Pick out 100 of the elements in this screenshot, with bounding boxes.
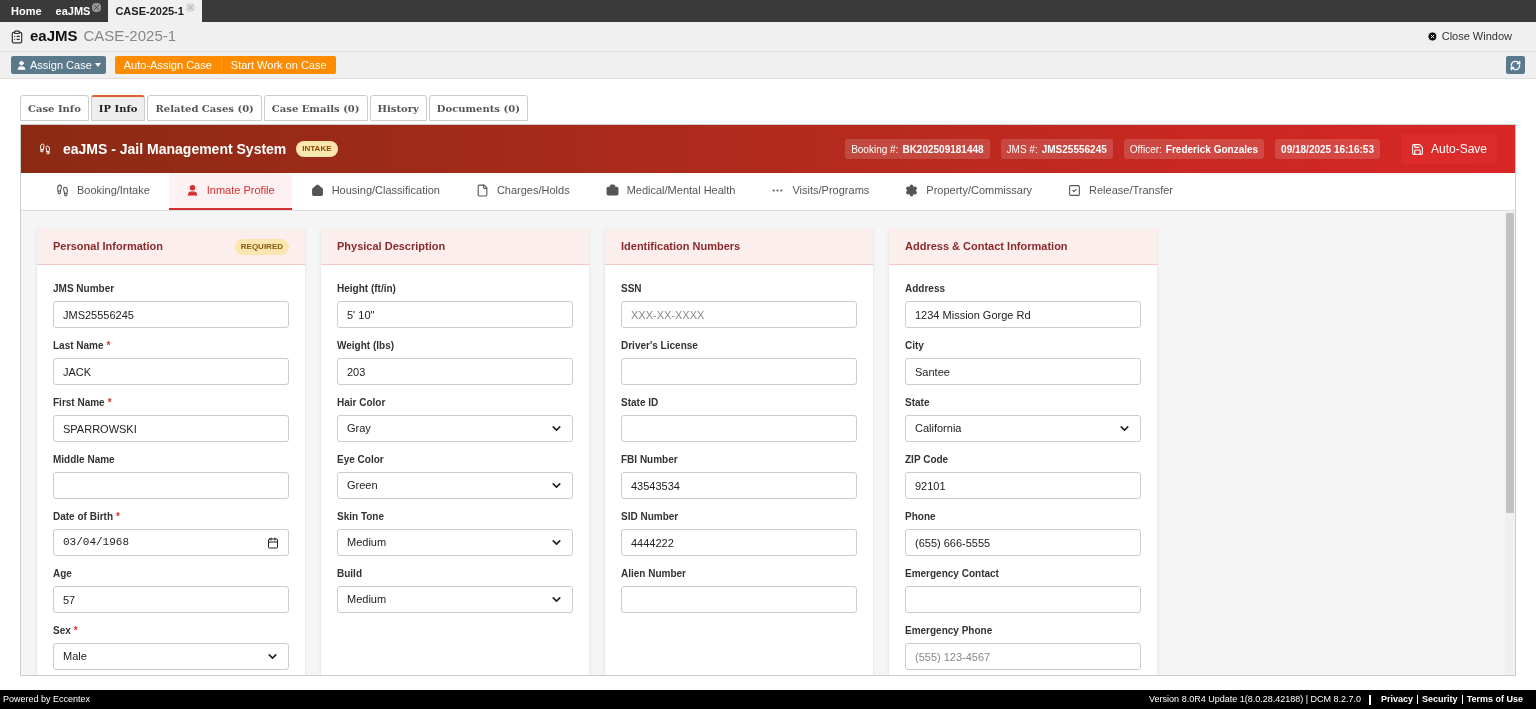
input-field[interactable]: XXX-XX-XXXX xyxy=(621,301,857,328)
field-label: Emergency Contact xyxy=(905,568,999,579)
footer-link[interactable]: Privacy xyxy=(1381,692,1414,707)
select-field[interactable]: Male xyxy=(53,643,289,670)
field-label: City xyxy=(905,340,924,351)
info-chip: 09/18/2025 16:16:53 xyxy=(1275,139,1380,159)
required-asterisk: * xyxy=(107,397,112,408)
input-field[interactable]: 43543534 xyxy=(621,472,857,499)
field-label: Sex xyxy=(53,625,71,636)
case-tab[interactable]: Related Cases (0) xyxy=(147,95,262,121)
user-icon xyxy=(185,184,199,197)
input-field[interactable]: JACK xyxy=(53,358,289,385)
module-tab[interactable]: Booking/Intake xyxy=(39,173,167,210)
case-tab[interactable]: Case Emails (0) xyxy=(263,95,368,121)
card-title: Identification Numbers xyxy=(621,239,741,255)
field-label: Build xyxy=(337,568,362,579)
scrollbar[interactable] xyxy=(1505,211,1515,675)
field-label: State xyxy=(905,397,930,408)
close-window-button[interactable]: Close Window xyxy=(1426,28,1512,45)
calendar-icon xyxy=(267,536,279,549)
refresh-button[interactable] xyxy=(1506,56,1525,74)
input-field[interactable]: JMS25556245 xyxy=(53,301,289,328)
info-chip: Booking #: BK202509181448 xyxy=(845,139,990,159)
module-tab[interactable]: Visits/Programs xyxy=(754,173,887,210)
field-label: Hair Color xyxy=(337,397,386,408)
auto-save-button[interactable]: Auto-Save xyxy=(1400,134,1497,164)
field-label: Skin Tone xyxy=(337,511,385,522)
footer-link[interactable]: Security xyxy=(1422,692,1458,707)
module-tab[interactable]: Inmate Profile xyxy=(168,173,292,210)
field-label: Alien Number xyxy=(621,568,686,579)
caret-icon xyxy=(94,63,101,67)
app-tab[interactable]: Home xyxy=(4,0,49,22)
select-field[interactable]: Medium xyxy=(337,586,573,613)
system-title: eaJMS - Jail Management System xyxy=(63,139,287,159)
clipboard-icon xyxy=(10,29,24,44)
input-field[interactable] xyxy=(621,586,857,613)
card-title: Address & Contact Information xyxy=(905,239,1068,255)
input-field[interactable]: 4444222 xyxy=(621,529,857,556)
field-label: State ID xyxy=(621,397,659,408)
case-tab[interactable]: Documents (0) xyxy=(428,95,528,121)
user-icon xyxy=(16,59,27,71)
app-title: eaJMS xyxy=(30,26,78,47)
close-icon[interactable] xyxy=(92,3,102,12)
field-label: Last Name xyxy=(53,340,104,351)
app-tab[interactable]: eaJMS xyxy=(48,0,109,22)
app-tab[interactable]: CASE-2025-1 xyxy=(108,0,202,22)
input-field[interactable]: 5' 10" xyxy=(337,301,573,328)
required-asterisk: * xyxy=(116,511,120,522)
module-tab[interactable]: Housing/Classification xyxy=(293,173,457,210)
module-tab[interactable]: Medical/Mental Health xyxy=(588,173,753,210)
case-tab[interactable]: IP Info xyxy=(90,95,146,121)
input-field[interactable]: 57 xyxy=(53,586,289,613)
input-field[interactable]: (555) 123-4567 xyxy=(905,643,1141,670)
input-field[interactable] xyxy=(621,415,857,442)
input-field[interactable]: 92101 xyxy=(905,472,1141,499)
case-tab[interactable]: Case Info xyxy=(20,95,89,121)
field-label: Emergency Phone xyxy=(905,625,993,636)
info-chip: JMS #: JMS25556245 xyxy=(1000,139,1113,159)
field-label: Middle Name xyxy=(53,454,115,465)
field-label: SSN xyxy=(621,283,642,294)
footprints-icon xyxy=(56,184,69,197)
gear-icon xyxy=(905,184,919,197)
module-tab[interactable]: Property/Commissary xyxy=(888,173,1050,210)
close-icon[interactable] xyxy=(185,3,195,12)
case-tab[interactable]: History xyxy=(369,95,427,121)
field-label: Eye Color xyxy=(337,454,384,465)
field-label: JMS Number xyxy=(53,283,115,294)
input-field[interactable] xyxy=(621,358,857,385)
field-label: First Name xyxy=(53,397,105,408)
field-label: Address xyxy=(905,283,945,294)
refresh-icon xyxy=(1510,59,1521,71)
input-field[interactable]: SPARROWSKI xyxy=(53,415,289,442)
save-icon xyxy=(1410,142,1424,156)
required-asterisk: * xyxy=(106,340,111,351)
field-label: Weight (lbs) xyxy=(337,340,395,351)
input-field[interactable]: 1234 Mission Gorge Rd xyxy=(905,301,1141,328)
card-title: Physical Description xyxy=(337,239,446,255)
field-label: FBI Number xyxy=(621,454,678,465)
input-field[interactable]: (655) 666-5555 xyxy=(905,529,1141,556)
required-badge: REQUIRED xyxy=(234,238,289,255)
version-text: Version 8.0R4 Update 1(8.0.28.42188) | DCM 8.2.7.0 xyxy=(1149,692,1362,706)
input-field[interactable] xyxy=(53,472,289,499)
assign-case-button[interactable]: Assign Case xyxy=(11,56,106,74)
field-label: SID Number xyxy=(621,511,679,522)
powered-by-text: Powered by Eccentex xyxy=(3,692,91,706)
date-field[interactable]: 03/04/1968 xyxy=(53,529,289,556)
select-field[interactable]: Green xyxy=(337,472,573,499)
case-title: CASE-2025-1 xyxy=(83,26,177,47)
module-tab[interactable]: Release/Transfer xyxy=(1051,173,1191,210)
select-field[interactable]: Medium xyxy=(337,529,573,556)
info-chip: Officer: Frederick Gonzales xyxy=(1123,139,1265,159)
input-field[interactable] xyxy=(905,586,1141,613)
select-field[interactable]: Gray xyxy=(337,415,573,442)
module-tab[interactable]: Charges/Holds xyxy=(458,173,587,210)
input-field[interactable]: Santee xyxy=(905,358,1141,385)
required-asterisk: * xyxy=(73,625,78,636)
input-field[interactable]: 203 xyxy=(337,358,573,385)
footer-link[interactable]: Terms of Use xyxy=(1466,692,1523,707)
close-icon xyxy=(1426,31,1438,42)
select-field[interactable]: California xyxy=(905,415,1141,442)
